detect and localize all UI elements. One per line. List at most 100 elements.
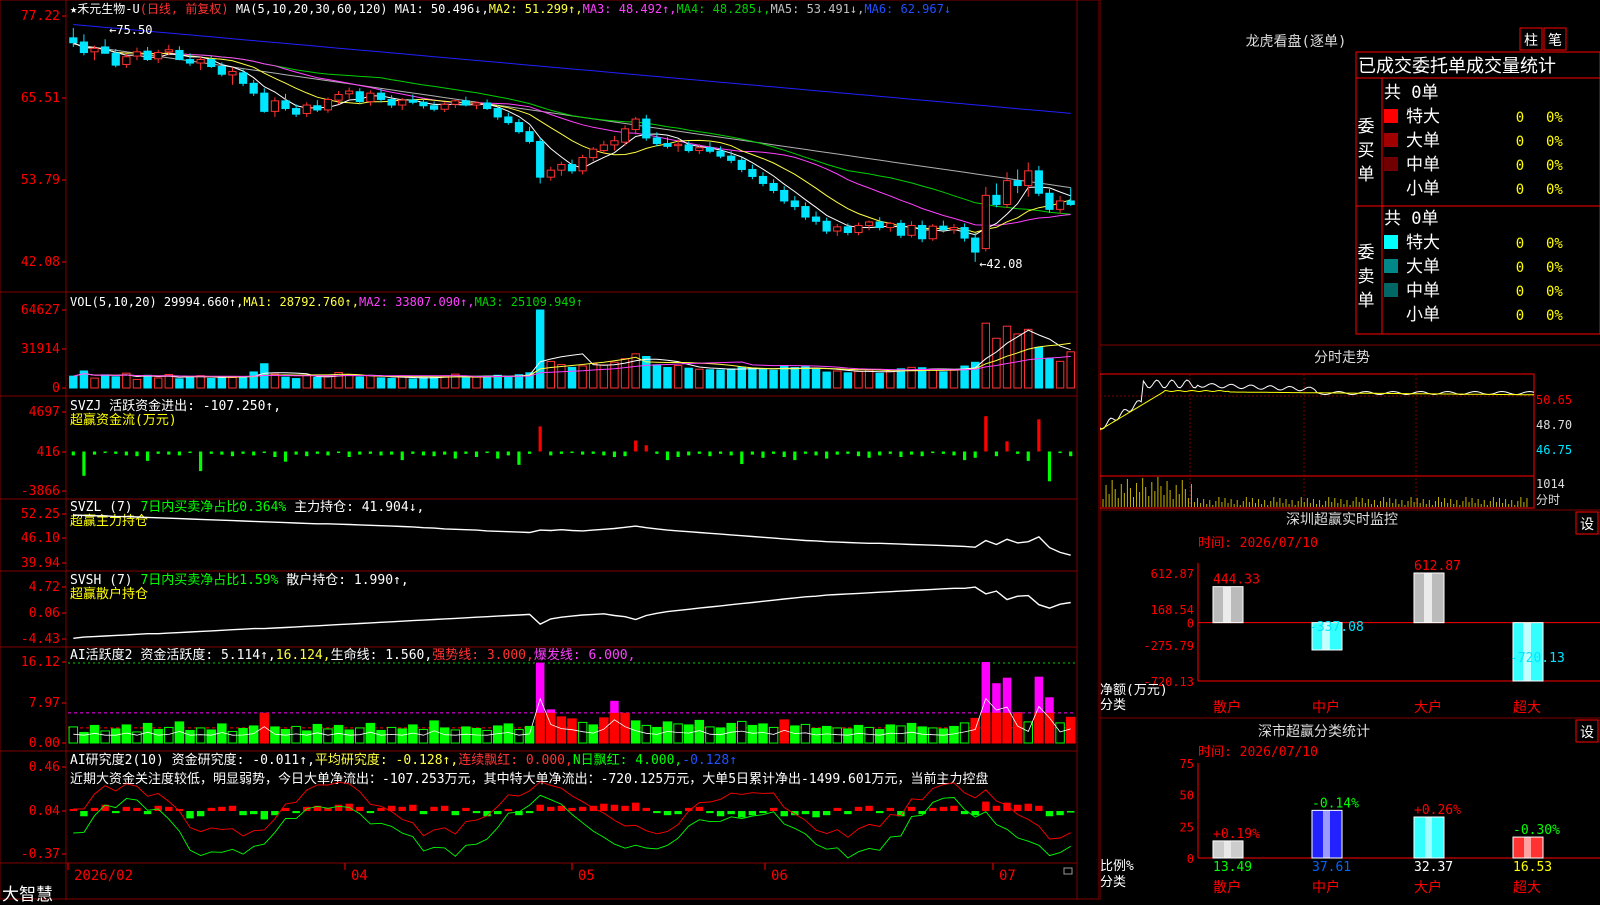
svzj-bar-94 [1069,451,1073,457]
svzj-bar-30 [390,451,394,455]
res-bar-90 [1024,803,1032,812]
svzj-bar-20 [283,451,288,462]
vol-bar-67 [779,365,789,389]
intraday-price-line [1099,379,1535,430]
svzj-bar-67 [782,451,786,457]
svzj-bar-89 [1016,451,1020,454]
res-bar-61 [716,811,725,817]
buy-row-name-0: 特大 [1406,107,1440,127]
res-bar-4 [112,811,120,814]
res-bar-1 [80,811,88,817]
res-bar-70 [812,811,820,818]
res-bar-33 [419,811,428,815]
candle-body-1 [79,41,89,54]
candle-body-92 [1045,192,1054,210]
act-bar-61 [715,727,726,744]
vol-bar-47 [567,366,577,389]
vol-bar-92 [1045,358,1054,389]
candle-body-74 [854,224,863,233]
res-bar-21 [292,811,300,814]
dragon-title: 龙虎看盘(逐单) [1246,33,1347,50]
vol-bar-72 [833,370,842,389]
res-bar-83 [950,805,958,812]
candle-body-63 [737,159,746,170]
vol-bar-83 [949,369,959,389]
candle-body-53 [631,118,640,131]
monitor-bar-label-0: 444.33 [1213,573,1260,588]
candle-body-56 [663,143,672,147]
candle-body-24 [323,98,333,111]
candle-body-18 [260,92,269,112]
vol-bar-29 [376,377,386,389]
res-bar-69 [801,811,810,815]
svzj-bar-68 [793,451,797,461]
monitor-bar-0 [1212,586,1244,624]
svzj-bar-27 [358,451,362,455]
vol-tick-label-1: 31914 [21,342,60,357]
res-bar-5 [122,806,131,812]
x-tick-label-3: 06 [771,868,788,884]
candle-body-62 [727,155,736,161]
candle-body-40 [493,108,502,118]
act-bar-68 [790,725,800,744]
svzj-bar-82 [941,451,945,454]
act-bar-22 [301,730,312,744]
res-bar-15 [228,805,237,812]
svsh-title: SVSH (7) 7日内买卖净占比1.59% 散户持仓: 1.990↑, [70,572,409,588]
res-green-line [73,794,1071,859]
svzj-bar-6 [135,451,139,457]
buy-row-pct-3: 0% [1546,182,1563,198]
vol-bar-74 [854,370,863,389]
candle-body-2 [90,47,99,53]
vol-tick-label-0: 64627 [21,303,60,318]
svsh-tick-label-2: -4.43 [21,632,60,647]
svzj-bar-64 [750,451,754,455]
act-bar-30 [386,726,397,744]
svzj-bar-38 [474,451,479,457]
candle-body-26 [345,90,354,95]
monitor-ytick-3: -275.79 [1143,639,1194,653]
candle-body-4 [111,52,120,66]
sell-row-name-1: 大单 [1406,257,1440,277]
act-burst-86 [981,662,991,713]
svzj-bar-73 [846,451,850,454]
res-bar-2 [90,807,99,812]
act-bar-8 [153,728,163,744]
vol-bar-45 [546,360,555,389]
res-bar-25 [334,804,343,812]
vol-bar-93 [1055,360,1065,389]
candle-body-14 [217,66,226,75]
svzj-bar-15 [230,451,235,457]
buy-row-name-3: 小单 [1406,179,1440,199]
buy-swatch-1 [1384,133,1398,147]
res-bar-89 [1013,804,1022,812]
vol-bar-22 [302,374,311,389]
candle-body-32 [408,99,417,103]
vol-bar-26 [344,374,354,389]
vol-bar-11 [185,376,195,389]
svzj-bar-47 [570,451,574,454]
svzj-bar-16 [241,451,245,454]
svzj-bar-74 [856,451,861,457]
vol-bar-73 [843,372,853,389]
svzj-bar-56 [665,451,670,461]
candle-body-11 [185,59,195,64]
res-bar-11 [186,811,194,819]
svzj-bar-8 [156,451,160,454]
main-chart-area[interactable]: 77.22 65.51 53.79 42.08 ★禾元生物-U(日线, 前复权) MA(… [0,0,1100,905]
res-bar-56 [663,811,672,816]
buy-row-val-3: 0 [1516,182,1524,198]
svzj-bar-5 [124,451,128,456]
sell-swatch-2 [1384,283,1398,297]
svzj-tick-label-1: 416 [37,445,60,460]
kline-chart[interactable]: 77.22 65.51 53.79 42.08 ★禾元生物-U(日线, 前复权) MA(… [0,0,1100,900]
classify-cat-2: 大户 [1414,879,1442,896]
dragon-tabs-label: 已成交委托单成交量统计 [1358,56,1556,77]
x-tick-label-1: 04 [351,868,368,884]
candle-body-79 [907,224,916,236]
svzj-bar-65 [761,451,765,458]
res-bar-29 [377,807,385,812]
candle-body-58 [684,144,693,152]
act-bar-20 [280,728,291,744]
candle-body-35 [440,103,449,110]
